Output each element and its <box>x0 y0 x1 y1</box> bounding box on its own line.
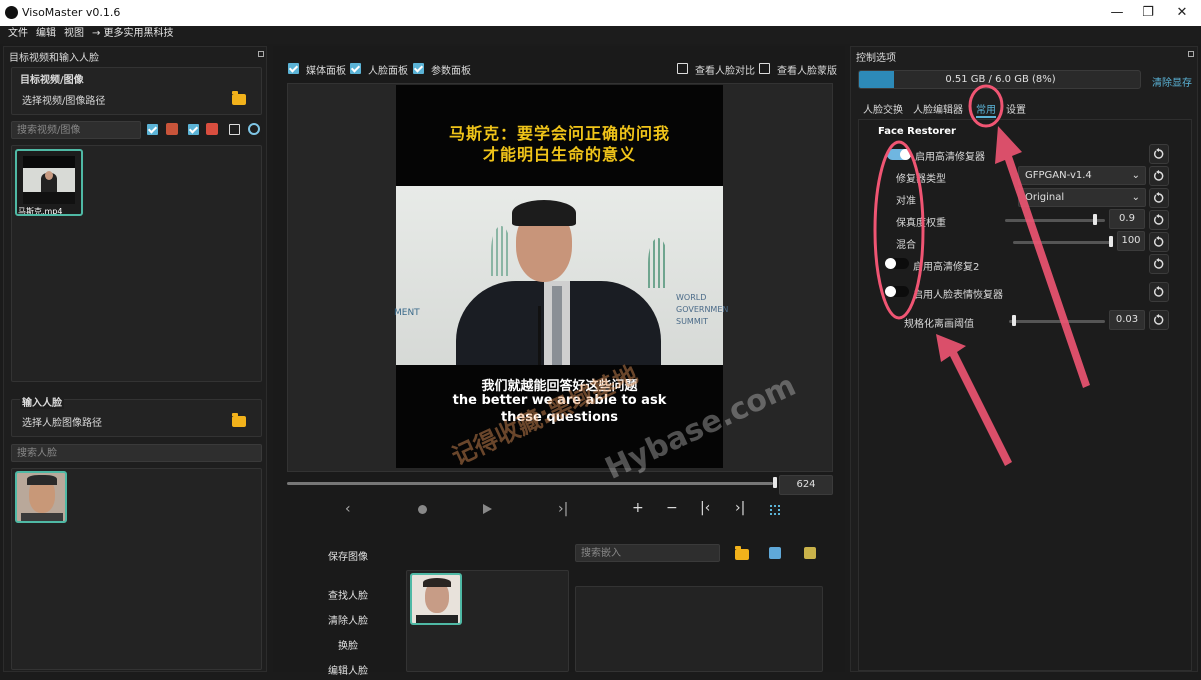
annotation-overlay <box>873 84 1090 466</box>
annotation-arrow-tab <box>995 126 1090 388</box>
app-window: VisoMaster v0.1.6 — ❐ ✕ 文件 编辑 视图 → 更多实用黑科技 … <box>0 0 1201 680</box>
annotation-ellipse-tab <box>968 84 1004 128</box>
annotation-arrow-threshold <box>936 334 1012 466</box>
annotation-ellipse-labels <box>873 140 925 320</box>
